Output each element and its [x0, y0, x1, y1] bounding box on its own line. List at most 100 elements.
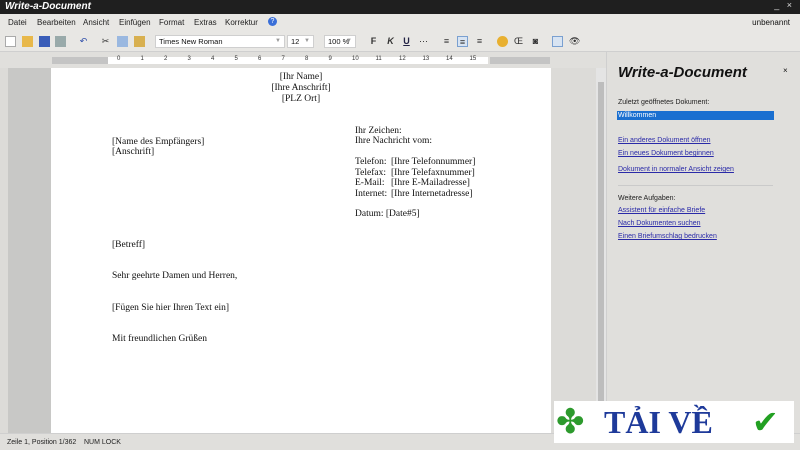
paste-icon[interactable] — [134, 36, 145, 47]
chevron-down-icon: ▼ — [304, 38, 310, 44]
clover-icon: ✤ — [556, 403, 585, 441]
checkmark-icon: ✔ — [752, 404, 779, 440]
open-icon[interactable] — [22, 36, 33, 47]
align-center-icon[interactable]: ≡ — [457, 36, 468, 47]
preview-eye-icon[interactable]: 👁 — [569, 36, 580, 47]
save-icon[interactable] — [39, 36, 50, 47]
numlock-indicator: NUM LOCK — [84, 439, 121, 446]
ruler-tick: 6 — [258, 56, 262, 62]
link-new-document[interactable]: Ein neues Dokument beginnen — [618, 150, 714, 157]
ruler-tick: 8 — [305, 56, 309, 62]
ruler-tick: 7 — [281, 56, 285, 62]
salutation: Sehr geehrte Damen und Herren, — [112, 271, 238, 281]
watermark-text: TẢI VỀ — [604, 404, 713, 440]
date-line: Datum: [Date#5] — [355, 209, 420, 219]
menu-datei[interactable]: Datei — [8, 18, 27, 27]
euro-icon[interactable]: Œ — [513, 36, 524, 47]
ruler-tick: 9 — [328, 56, 332, 62]
ruler-tick: 11 — [375, 56, 382, 62]
more-format-icon[interactable]: ⋯ — [418, 36, 429, 47]
minimize-button[interactable]: _ — [774, 0, 779, 10]
camera-icon[interactable]: ◙ — [530, 36, 541, 47]
chevron-down-icon: ▼ — [275, 38, 281, 44]
ruler-tick: 12 — [399, 56, 406, 62]
bold-button[interactable]: F — [368, 36, 379, 47]
new-icon[interactable] — [5, 36, 16, 47]
contact-internet-label: Internet: — [355, 189, 388, 199]
ruler-margin-right — [490, 57, 550, 64]
more-tasks-label: Weitere Aufgaben: — [618, 195, 676, 202]
menu-extras[interactable]: Extras — [194, 18, 217, 27]
body-text: [Fügen Sie hier Ihren Text ein] — [112, 303, 230, 313]
scrollbar-thumb[interactable] — [598, 82, 604, 412]
task-panel — [606, 52, 800, 433]
ruler-tick: 10 — [352, 56, 359, 62]
ruler-tick: 4 — [211, 56, 215, 62]
copy-icon[interactable] — [117, 36, 128, 47]
cut-icon[interactable]: ✂ — [100, 36, 111, 47]
ruler-tick: 14 — [446, 56, 453, 62]
ruler-tick: 1 — [140, 56, 144, 62]
title-bar: Write-a-Document _ × — [0, 0, 800, 14]
page-view-icon[interactable] — [552, 36, 563, 47]
link-search-documents[interactable]: Nach Dokumenten suchen — [618, 220, 701, 227]
italic-button[interactable]: K — [385, 36, 396, 47]
link-letter-wizard[interactable]: Assistent für einfache Briefe — [618, 207, 705, 214]
link-print-envelope[interactable]: Einen Briefumschlag bedrucken — [618, 233, 717, 240]
font-value: Times New Roman — [159, 37, 223, 46]
document-page[interactable]: [Ihr Name] [Ihre Anschrift] [PLZ Ort] [N… — [51, 68, 551, 433]
panel-title: Write-a-Document — [618, 64, 747, 81]
recent-label: Zuletzt geöffnetes Dokument: — [618, 99, 710, 106]
zoom-select[interactable]: 100 % ▼ — [324, 35, 356, 48]
menu-korrektur[interactable]: Korrektur — [225, 18, 258, 27]
document-name: unbenannt — [752, 18, 790, 27]
ruler-tick: 3 — [187, 56, 191, 62]
window-controls: _ × — [774, 0, 792, 10]
ruler-tick: 15 — [469, 56, 477, 62]
ruler-tick: 2 — [164, 56, 168, 62]
undo-icon[interactable]: ↶ — [78, 36, 89, 47]
recent-document-item[interactable]: Willkommen — [617, 111, 774, 120]
contact-email-label: E-Mail: — [355, 178, 385, 188]
sender-address: [Ihre Anschrift] — [271, 83, 331, 93]
watermark-logo: ✤ TẢI VỀ ✔ — [554, 401, 794, 443]
contact-fax-label: Telefax: — [355, 168, 386, 178]
font-size-value: 12 — [291, 37, 300, 46]
link-open-other[interactable]: Ein anderes Dokument öffnen — [618, 137, 711, 144]
contact-phone: [Ihre Telefonnummer] — [391, 157, 476, 167]
menu-bearbeiten[interactable]: Bearbeiten — [37, 18, 76, 27]
smiley-icon[interactable] — [497, 36, 508, 47]
link-normal-view[interactable]: Dokument in normaler Ansicht zeigen — [618, 166, 734, 173]
app-title: Write-a-Document — [5, 1, 91, 12]
font-size-select[interactable]: 12 ▼ — [287, 35, 314, 48]
panel-close-button[interactable]: × — [783, 66, 788, 75]
ruler-tick: 0 — [117, 56, 121, 62]
menu-ansicht[interactable]: Ansicht — [83, 18, 109, 27]
ref-your-message: Ihre Nachricht vom: — [355, 136, 433, 146]
recipient-name: [Name des Empfängers] — [112, 137, 205, 147]
ruler-tick: 13 — [422, 56, 430, 62]
left-margin-strip — [8, 68, 51, 433]
contact-email: [Ihre E-Mailadresse] — [391, 178, 470, 188]
underline-button[interactable]: U — [401, 36, 412, 47]
menu-einfuegen[interactable]: Einfügen — [119, 18, 151, 27]
help-icon[interactable]: ? — [268, 17, 277, 26]
sender-name: [Ihr Name] — [279, 72, 323, 82]
menu-format[interactable]: Format — [159, 18, 184, 27]
align-right-icon[interactable]: ≡ — [474, 36, 485, 47]
cursor-position: Zeile 1, Position 1/362 — [7, 439, 77, 446]
sender-city: [PLZ Ort] — [281, 94, 321, 104]
align-left-icon[interactable]: ≡ — [441, 36, 452, 47]
panel-divider — [618, 185, 773, 186]
closing: Mit freundlichen Grüßen — [112, 334, 207, 344]
subject-line: [Betreff] — [112, 240, 146, 250]
font-select[interactable]: Times New Roman ▼ — [155, 35, 285, 48]
ruler-margin-left — [52, 57, 108, 64]
close-button[interactable]: × — [787, 0, 792, 10]
chevron-down-icon: ▼ — [346, 38, 352, 44]
contact-internet: [Ihre Internetadresse] — [391, 189, 473, 199]
contact-phone-label: Telefon: — [355, 157, 387, 167]
ruler-tick: 5 — [234, 56, 238, 62]
recipient-address: [Anschrift] — [112, 147, 155, 157]
print-icon[interactable] — [55, 36, 66, 47]
